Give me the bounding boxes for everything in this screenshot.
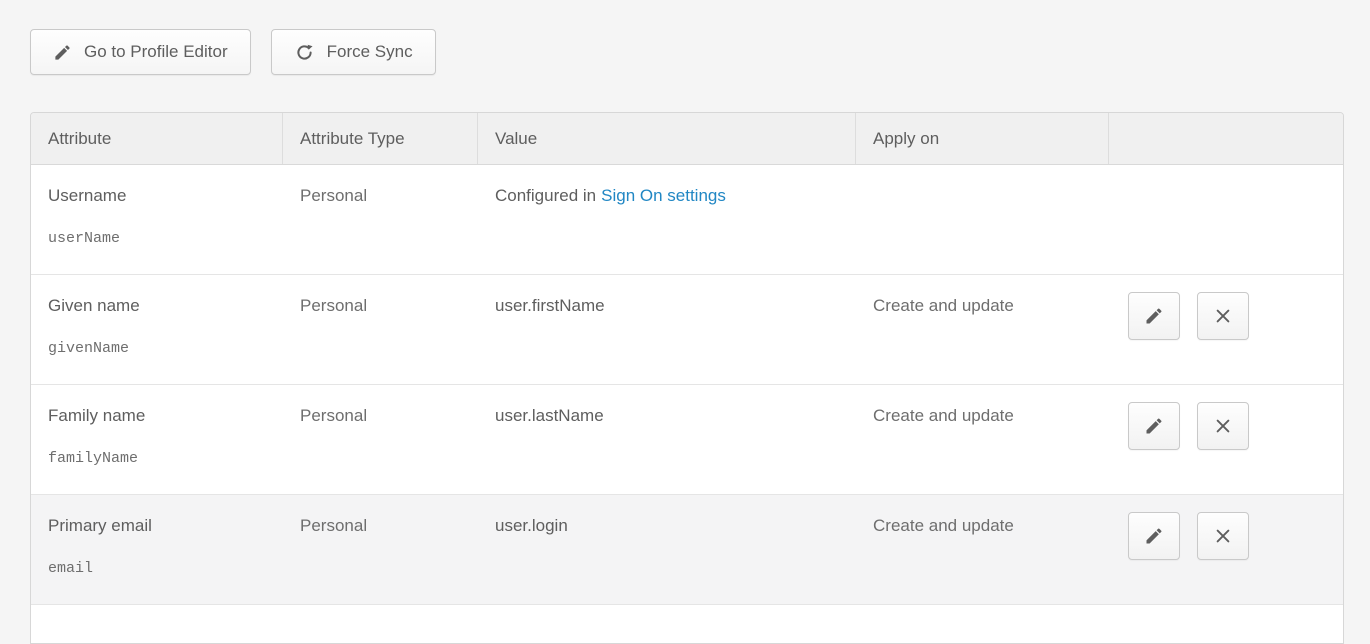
attribute-type-label: Personal bbox=[300, 406, 367, 425]
attribute-variable-name: familyName bbox=[48, 450, 266, 469]
refresh-icon bbox=[294, 42, 315, 63]
go-to-profile-editor-label: Go to Profile Editor bbox=[84, 42, 228, 62]
edit-attribute-button[interactable] bbox=[1128, 402, 1180, 450]
table-row-given-name: Given name givenName Personal user.first… bbox=[31, 275, 1343, 385]
attribute-variable-name: givenName bbox=[48, 340, 266, 359]
pencil-icon bbox=[1144, 416, 1164, 436]
value-text: user.login bbox=[495, 516, 568, 535]
attribute-label: Primary email bbox=[48, 515, 266, 536]
attribute-type-label: Personal bbox=[300, 186, 367, 205]
value-cell: Configured in Sign On settings bbox=[478, 165, 856, 274]
value-prefix-text: Configured in bbox=[495, 186, 596, 205]
pencil-icon bbox=[53, 43, 72, 62]
value-text: user.lastName bbox=[495, 406, 604, 425]
apply-on-cell: Create and update bbox=[856, 275, 1109, 384]
attribute-label: Family name bbox=[48, 405, 266, 426]
attribute-variable-name: email bbox=[48, 560, 266, 579]
attribute-cell: Primary email email bbox=[31, 495, 283, 604]
pencil-icon bbox=[1144, 526, 1164, 546]
value-text: user.firstName bbox=[495, 296, 605, 315]
attribute-cell: Given name givenName bbox=[31, 275, 283, 384]
attribute-type-cell: Personal bbox=[283, 165, 478, 274]
actions-cell bbox=[1109, 275, 1343, 384]
attribute-type-label: Personal bbox=[300, 296, 367, 315]
attribute-label: Username bbox=[48, 185, 266, 206]
apply-on-label: Create and update bbox=[873, 406, 1014, 425]
header-actions bbox=[1109, 113, 1343, 164]
apply-on-cell bbox=[856, 165, 1109, 274]
force-sync-button[interactable]: Force Sync bbox=[271, 29, 436, 75]
attribute-type-label: Personal bbox=[300, 516, 367, 535]
close-icon bbox=[1213, 416, 1233, 436]
table-row-partial bbox=[31, 605, 1343, 644]
actions-cell bbox=[1109, 385, 1343, 494]
attribute-cell: Family name familyName bbox=[31, 385, 283, 494]
toolbar: Go to Profile Editor Force Sync bbox=[30, 29, 436, 75]
close-icon bbox=[1213, 526, 1233, 546]
delete-attribute-button[interactable] bbox=[1197, 292, 1249, 340]
table-row-primary-email: Primary email email Personal user.login … bbox=[31, 495, 1343, 605]
edit-attribute-button[interactable] bbox=[1128, 512, 1180, 560]
header-attribute: Attribute bbox=[31, 113, 283, 164]
attribute-type-cell: Personal bbox=[283, 495, 478, 604]
edit-attribute-button[interactable] bbox=[1128, 292, 1180, 340]
attribute-variable-name: userName bbox=[48, 230, 266, 249]
force-sync-label: Force Sync bbox=[327, 42, 413, 62]
value-cell: user.lastName bbox=[478, 385, 856, 494]
apply-on-label: Create and update bbox=[873, 516, 1014, 535]
close-icon bbox=[1213, 306, 1233, 326]
sign-on-settings-link[interactable]: Sign On settings bbox=[601, 186, 726, 205]
actions-cell bbox=[1109, 165, 1343, 274]
pencil-icon bbox=[1144, 306, 1164, 326]
value-cell: user.login bbox=[478, 495, 856, 604]
value-cell: user.firstName bbox=[478, 275, 856, 384]
actions-cell bbox=[1109, 495, 1343, 604]
attribute-mapping-table: Attribute Attribute Type Value Apply on … bbox=[30, 112, 1344, 644]
apply-on-cell: Create and update bbox=[856, 385, 1109, 494]
attribute-type-cell: Personal bbox=[283, 275, 478, 384]
attribute-type-cell: Personal bbox=[283, 385, 478, 494]
header-attribute-type: Attribute Type bbox=[283, 113, 478, 164]
header-apply-on: Apply on bbox=[856, 113, 1109, 164]
apply-on-label: Create and update bbox=[873, 296, 1014, 315]
go-to-profile-editor-button[interactable]: Go to Profile Editor bbox=[30, 29, 251, 75]
table-row-family-name: Family name familyName Personal user.las… bbox=[31, 385, 1343, 495]
table-header-row: Attribute Attribute Type Value Apply on bbox=[31, 113, 1343, 165]
header-value: Value bbox=[478, 113, 856, 164]
attribute-label: Given name bbox=[48, 295, 266, 316]
delete-attribute-button[interactable] bbox=[1197, 402, 1249, 450]
table-row-username: Username userName Personal Configured in… bbox=[31, 165, 1343, 275]
delete-attribute-button[interactable] bbox=[1197, 512, 1249, 560]
apply-on-cell: Create and update bbox=[856, 495, 1109, 604]
attribute-cell: Username userName bbox=[31, 165, 283, 274]
